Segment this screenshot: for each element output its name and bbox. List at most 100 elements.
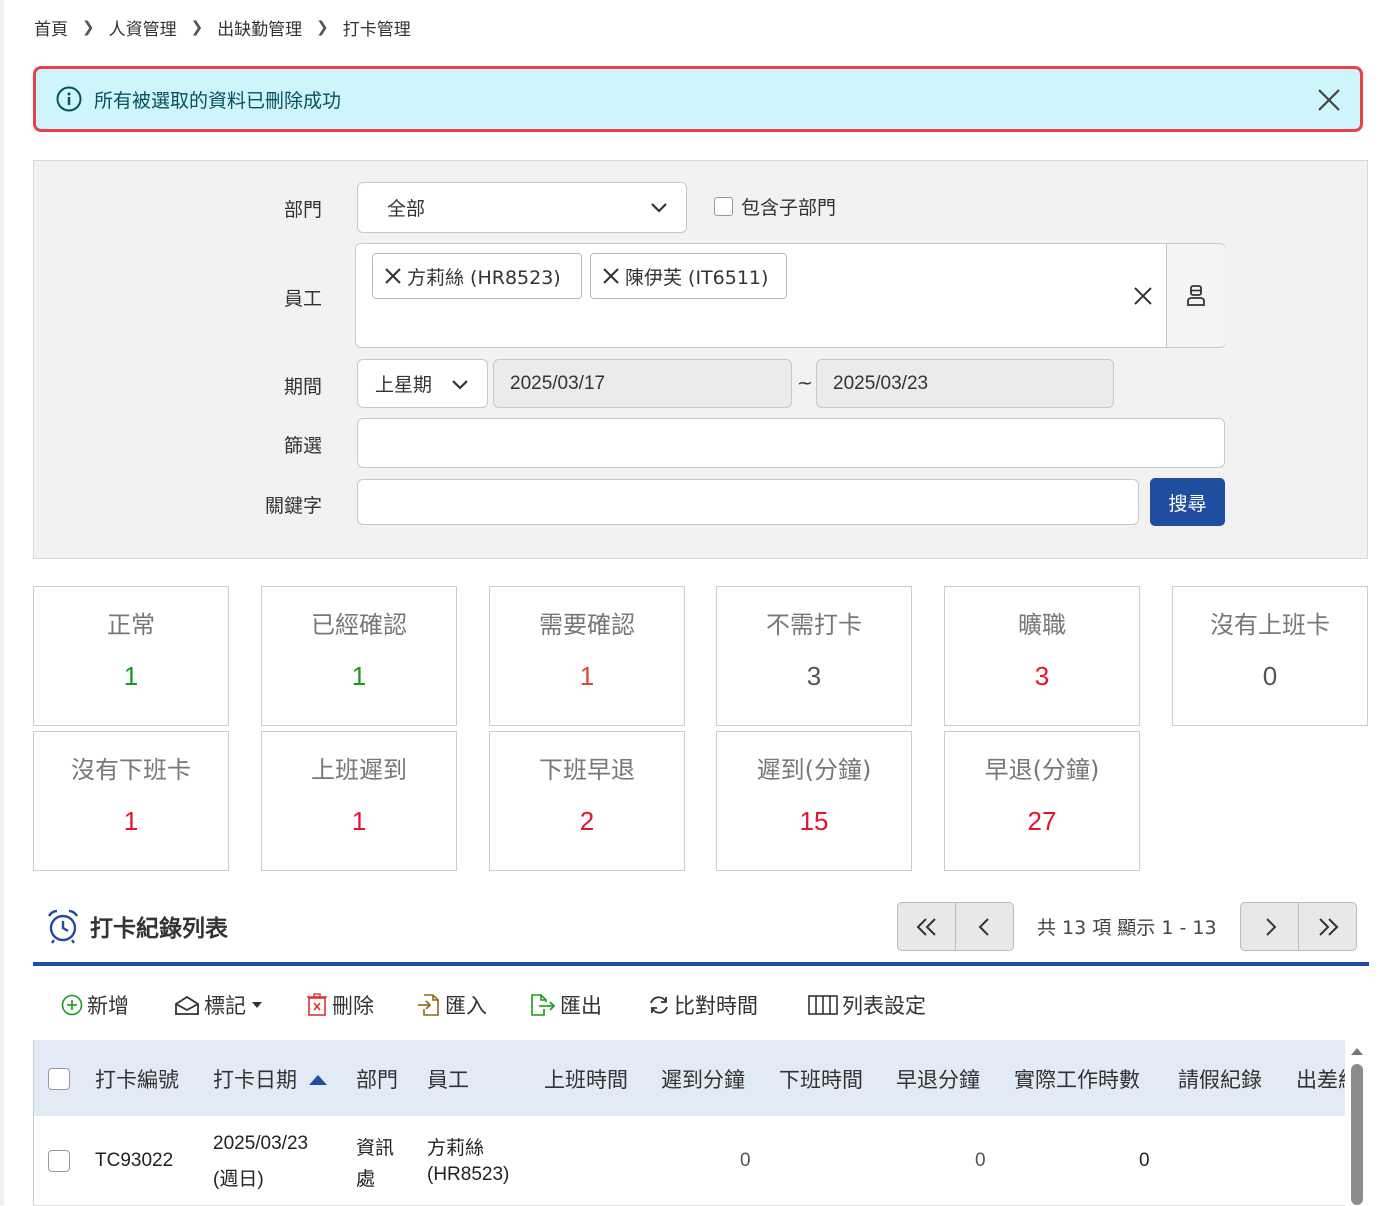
col-header-late-minutes[interactable]: 遲到分鐘 [661, 1064, 745, 1094]
export-button[interactable]: 匯出 [530, 990, 602, 1020]
period-select[interactable]: 上星期 [357, 359, 488, 408]
col-header-clock-out[interactable]: 下班時間 [779, 1064, 863, 1094]
search-button[interactable]: 搜尋 [1150, 478, 1225, 526]
compare-time-button[interactable]: 比對時間 [648, 990, 758, 1020]
table-row[interactable]: TC93022 2025/03/23 (週日) 資訊 處 方莉絲 (HR8523… [33, 1116, 1345, 1206]
export-file-icon [531, 994, 556, 1016]
stat-title: 遲到(分鐘) [756, 756, 872, 784]
success-alert: 所有被選取的資料已刪除成功 [33, 66, 1363, 132]
stat-title: 正常 [107, 611, 155, 639]
col-header-id[interactable]: 打卡編號 [95, 1064, 179, 1094]
delete-button[interactable]: 刪除 [306, 990, 374, 1020]
prev-page-button[interactable] [955, 902, 1014, 951]
add-button[interactable]: 新增 [61, 990, 129, 1020]
include-sub-checkbox[interactable] [714, 197, 733, 216]
cell-employee-id: (HR8523) [427, 1164, 510, 1185]
breadcrumb-home[interactable]: 首頁 [34, 15, 68, 40]
employee-tag: 方莉絲 (HR8523) [372, 253, 582, 299]
employee-tag: 陳伊芙 (IT6511) [590, 253, 787, 299]
stat-title: 曠職 [1018, 611, 1066, 639]
stat-card-late[interactable]: 上班遲到 1 [261, 731, 457, 871]
stat-card-no-clock-out[interactable]: 沒有下班卡 1 [33, 731, 229, 871]
chevron-right-icon [1265, 917, 1276, 936]
stat-title: 下班早退 [539, 756, 635, 784]
stat-value: 1 [123, 661, 139, 691]
stat-value: 1 [351, 806, 367, 836]
employee-multiselect[interactable]: 方莉絲 (HR8523) 陳伊芙 (IT6511) [355, 243, 1226, 348]
stat-title: 早退(分鐘) [984, 756, 1100, 784]
chevron-down-icon [651, 203, 667, 213]
stat-title: 需要確認 [539, 611, 635, 639]
scroll-up-icon[interactable] [1350, 1046, 1364, 1056]
breadcrumb: 首頁 ❯ 人資管理 ❯ 出缺勤管理 ❯ 打卡管理 [34, 14, 411, 40]
stat-card-no-punch-required[interactable]: 不需打卡 3 [716, 586, 912, 726]
page-left-border [0, 0, 4, 1205]
chevron-right-icon: ❯ [316, 18, 329, 36]
stat-title: 已經確認 [311, 611, 407, 639]
select-all-checkbox[interactable] [48, 1068, 70, 1090]
col-header-trip-records[interactable]: 出差紀錄 [1296, 1064, 1345, 1094]
cell-employee: 方莉絲 [427, 1138, 485, 1159]
cell-work-hours: 0 [1139, 1150, 1150, 1171]
date-from-input[interactable]: 2025/03/17 [493, 359, 792, 408]
department-select[interactable]: 全部 [357, 182, 687, 233]
col-header-early-minutes[interactable]: 早退分鐘 [896, 1064, 980, 1094]
col-header-clock-in[interactable]: 上班時間 [544, 1064, 628, 1094]
stat-card-need-confirm[interactable]: 需要確認 1 [489, 586, 685, 726]
double-chevron-left-icon [916, 917, 936, 936]
period-label: 期間 [283, 376, 322, 398]
first-page-button[interactable] [897, 902, 956, 951]
stat-title: 沒有上班卡 [1210, 611, 1330, 639]
department-label: 部門 [283, 199, 322, 221]
employee-picker-button[interactable] [1166, 244, 1226, 347]
stat-title: 不需打卡 [766, 611, 862, 639]
import-button-label: 匯入 [445, 994, 487, 1018]
stat-card-no-clock-in[interactable]: 沒有上班卡 0 [1172, 586, 1368, 726]
user-picker-icon [1187, 285, 1205, 306]
col-header-work-hours[interactable]: 實際工作時數 [1014, 1064, 1140, 1094]
stat-card-early-leave[interactable]: 下班早退 2 [489, 731, 685, 871]
screen-input[interactable] [357, 418, 1225, 468]
import-button[interactable]: 匯入 [417, 990, 487, 1020]
stat-card-early-minutes[interactable]: 早退(分鐘) 27 [944, 731, 1140, 871]
stat-card-confirmed[interactable]: 已經確認 1 [261, 586, 457, 726]
cell-date: 2025/03/23 [213, 1133, 309, 1154]
col-header-employee[interactable]: 員工 [427, 1064, 469, 1094]
keyword-input[interactable] [357, 479, 1139, 525]
employee-tag-label: 陳伊芙 (IT6511) [625, 266, 769, 289]
stat-title: 上班遲到 [311, 756, 407, 784]
stat-card-late-minutes[interactable]: 遲到(分鐘) 15 [716, 731, 912, 871]
stat-value: 1 [579, 661, 595, 691]
alert-message: 所有被選取的資料已刪除成功 [94, 89, 342, 112]
mark-button[interactable]: 標記 [174, 990, 268, 1020]
table-left-border [33, 1040, 34, 1205]
clear-icon[interactable] [1132, 285, 1154, 307]
sort-asc-icon [308, 1075, 327, 1085]
compare-time-button-label: 比對時間 [674, 994, 758, 1018]
stat-card-normal[interactable]: 正常 1 [33, 586, 229, 726]
stat-card-absent[interactable]: 曠職 3 [944, 586, 1140, 726]
remove-tag-icon[interactable] [601, 266, 621, 286]
remove-tag-icon[interactable] [383, 266, 403, 286]
last-page-button[interactable] [1298, 902, 1357, 951]
col-header-date[interactable]: 打卡日期 [213, 1064, 328, 1094]
next-page-button[interactable] [1240, 902, 1299, 951]
cell-id[interactable]: TC93022 [95, 1150, 173, 1172]
chevron-left-icon [978, 917, 989, 936]
column-settings-button[interactable]: 列表設定 [808, 990, 926, 1020]
date-to-input[interactable]: 2025/03/23 [816, 359, 1114, 408]
info-icon [56, 86, 82, 112]
breadcrumb-attendance[interactable]: 出缺勤管理 [217, 15, 302, 40]
row-checkbox[interactable] [48, 1150, 70, 1172]
cell-dept-cont: 處 [356, 1169, 376, 1190]
export-button-label: 匯出 [560, 994, 602, 1018]
close-icon[interactable] [1316, 87, 1342, 113]
keyword-label: 關鍵字 [264, 495, 322, 517]
envelope-open-icon [175, 995, 199, 1015]
col-header-dept[interactable]: 部門 [356, 1064, 398, 1094]
scrollbar-thumb[interactable] [1351, 1064, 1363, 1205]
col-header-leave-records[interactable]: 請假紀錄 [1178, 1064, 1262, 1094]
stat-value: 2 [579, 806, 595, 836]
breadcrumb-hr[interactable]: 人資管理 [109, 15, 177, 40]
plus-circle-icon [61, 994, 83, 1016]
